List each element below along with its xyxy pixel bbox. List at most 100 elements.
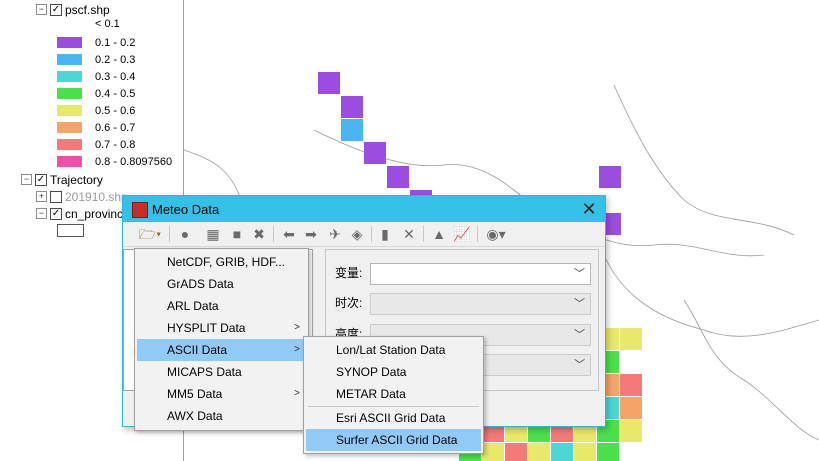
expand-icon[interactable]: + xyxy=(36,191,47,203)
close-button[interactable]: ✕ xyxy=(577,198,601,220)
animation-icon[interactable]: ✈ xyxy=(327,226,343,242)
submenu-arrow-icon: > xyxy=(294,388,300,399)
class-label: 0.1 - 0.2 xyxy=(95,37,136,49)
menu-item-metar[interactable]: METAR Data xyxy=(306,383,481,405)
collapse-icon[interactable]: − xyxy=(21,174,32,186)
color-swatch xyxy=(57,71,82,82)
layer-checkbox[interactable]: ✓ xyxy=(50,207,62,220)
menu-item-label: METAR Data xyxy=(336,387,406,401)
class-label: 0.8 - 0.8097560 xyxy=(95,156,173,168)
pscf-grid-cell xyxy=(528,443,550,461)
chevron-down-icon: ﹀ xyxy=(574,268,585,280)
class-label: 0.3 - 0.4 xyxy=(95,71,136,83)
time-label: 时次: xyxy=(335,296,363,310)
collapse-icon[interactable]: − xyxy=(36,4,47,16)
menu-item-surfer-ascii[interactable]: Surfer ASCII Grid Data xyxy=(306,429,481,451)
class-label: 0.4 - 0.5 xyxy=(95,88,136,100)
submenu-arrow-icon: > xyxy=(294,344,300,355)
layer-pscf[interactable]: − ✓ pscf.shp xyxy=(36,1,110,17)
app-icon xyxy=(132,202,148,218)
pscf-grid-cell xyxy=(620,328,642,350)
menu-item-micaps[interactable]: MICAPS Data xyxy=(137,361,306,383)
class-label: 0.2 - 0.3 xyxy=(95,54,136,66)
layer-checkbox[interactable]: ✓ xyxy=(35,173,47,186)
open-data-menu: NetCDF, GRIB, HDF... GrADS Data ARL Data… xyxy=(134,248,309,431)
attribute-table-icon[interactable]: ▦ xyxy=(205,226,221,242)
layer-name: 201910.shp xyxy=(65,189,128,204)
color-swatch xyxy=(57,156,82,167)
layer-name: cn_province xyxy=(65,206,130,221)
province-border xyxy=(683,299,819,441)
menu-item-label: Surfer ASCII Grid Data xyxy=(336,433,458,447)
variable-label: 变量: xyxy=(335,266,363,280)
menu-item-label: AWX Data xyxy=(167,409,223,423)
pscf-grid-cell xyxy=(387,166,409,188)
pscf-grid-cell xyxy=(551,443,573,461)
bookmark-icon[interactable]: ▮ xyxy=(377,226,393,242)
class-label: < 0.1 xyxy=(95,18,120,30)
pscf-grid-cell xyxy=(364,142,386,164)
dialog-titlebar[interactable]: Meteo Data ✕ xyxy=(123,196,605,222)
chevron-down-icon: ﹀ xyxy=(574,359,585,371)
menu-item-lonlat-station[interactable]: Lon/Lat Station Data xyxy=(306,339,481,361)
pscf-grid-cell xyxy=(620,397,642,419)
color-swatch xyxy=(57,88,82,99)
menu-item-arl[interactable]: ARL Data xyxy=(137,295,306,317)
menu-item-mm5[interactable]: MM5 Data > xyxy=(137,383,306,405)
time-select[interactable]: ﹀ xyxy=(370,293,591,315)
options-dropdown-icon[interactable]: ◉▾ xyxy=(483,226,509,242)
menu-item-hysplit[interactable]: HYSPLIT Data > xyxy=(137,317,306,339)
menu-item-ascii[interactable]: ASCII Data > xyxy=(137,339,306,361)
color-swatch xyxy=(57,122,82,133)
layer-checkbox[interactable]: ✓ xyxy=(50,3,62,16)
pscf-grid-cell xyxy=(341,119,363,141)
menu-item-esri-ascii[interactable]: Esri ASCII Grid Data xyxy=(306,407,481,429)
menu-item-label: Esri ASCII Grid Data xyxy=(336,411,446,425)
stop-icon[interactable]: ■ xyxy=(229,226,245,242)
back-arrow-icon[interactable]: ⬅ xyxy=(281,226,297,242)
layer-name: pscf.shp xyxy=(65,2,110,17)
menu-item-label: GrADS Data xyxy=(167,277,234,291)
dialog-toolbar: 🗁▾ ● ▦ ■ ✖ ⬅ ➡ ✈ ◈ ▮ ✕ ▲ 📈 ◉▾ xyxy=(123,222,605,247)
terrain-icon[interactable]: ▲ xyxy=(431,226,447,242)
pscf-grid-cell xyxy=(318,72,340,94)
layer-201910[interactable]: +201910.shp xyxy=(36,188,128,204)
menu-item-label: MICAPS Data xyxy=(167,365,242,379)
pscf-grid-cell xyxy=(505,443,527,461)
layer-checkbox[interactable] xyxy=(50,190,62,203)
province-border xyxy=(613,84,795,236)
menu-item-label: HYSPLIT Data xyxy=(167,321,246,335)
layers-icon[interactable]: ◈ xyxy=(349,226,365,242)
info-icon[interactable]: ● xyxy=(177,226,193,242)
layer-name: Trajectory xyxy=(50,172,103,187)
collapse-icon[interactable]: − xyxy=(36,208,47,220)
pscf-grid-cell xyxy=(620,374,642,396)
pscf-grid-cell xyxy=(482,443,504,461)
chevron-down-icon: ﹀ xyxy=(574,329,585,341)
menu-item-label: NetCDF, GRIB, HDF... xyxy=(167,255,286,269)
toolbar-separator xyxy=(371,226,372,242)
open-folder-icon[interactable]: 🗁▾ xyxy=(137,226,163,242)
menu-item-synop[interactable]: SYNOP Data xyxy=(306,361,481,383)
menu-item-grads[interactable]: GrADS Data xyxy=(137,273,306,295)
menu-item-awx[interactable]: AWX Data xyxy=(137,405,306,427)
watermark: CSDN @千金同学 xyxy=(709,438,807,452)
pscf-grid-cell xyxy=(599,166,621,188)
layer-trajectory[interactable]: − ✓ Trajectory xyxy=(21,171,103,187)
forward-arrow-icon[interactable]: ➡ xyxy=(303,226,319,242)
submenu-arrow-icon: > xyxy=(294,322,300,333)
pscf-grid-cell xyxy=(620,420,642,442)
variable-select[interactable]: ﹀ xyxy=(370,263,591,285)
layer-cn-province[interactable]: − ✓ cn_province xyxy=(36,205,130,221)
ascii-data-submenu: Lon/Lat Station Data SYNOP Data METAR Da… xyxy=(303,336,484,454)
remove-icon[interactable]: ✖ xyxy=(251,226,267,242)
chevron-down-icon: ﹀ xyxy=(574,298,585,310)
chart-icon[interactable]: 📈 xyxy=(453,226,470,242)
tools-icon[interactable]: ✕ xyxy=(401,226,417,242)
menu-item-netcdf[interactable]: NetCDF, GRIB, HDF... xyxy=(137,251,306,273)
toolbar-separator xyxy=(477,226,478,242)
class-label: 0.7 - 0.8 xyxy=(95,139,136,151)
toolbar-separator xyxy=(273,226,274,242)
toolbar-separator xyxy=(169,226,170,242)
dialog-title: Meteo Data xyxy=(152,202,220,217)
